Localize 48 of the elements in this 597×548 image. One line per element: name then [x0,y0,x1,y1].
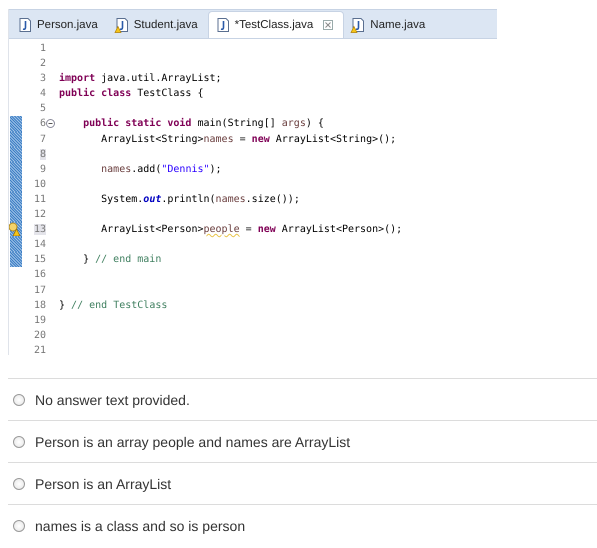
java-file-warning-icon [350,17,366,33]
line-number: 6 [40,118,46,130]
editor-tab[interactable]: Person.java [11,12,108,38]
line-number: 4 [40,88,46,100]
line-number: 19 [34,314,46,326]
code-line: ArrayList<Person>people = new ArrayList<Person>(); [100,223,402,238]
line-number: 14 [34,239,46,250]
line-number: 1 [40,43,46,54]
code-line: public static void main(String[] args) { [82,116,324,132]
radio-button[interactable] [13,478,25,490]
code-line: import java.util.ArrayList; [59,72,222,86]
line-number: 16 [34,269,46,280]
code-line: } // end TestClass [59,298,168,313]
answer-text: Person is an ArrayList [35,476,172,492]
line-number: 2 [40,58,46,70]
line-number: 9 [40,164,46,175]
code-line: names.add("Dennis"); [100,162,222,177]
answer-text: No answer text provided. [35,392,190,408]
editor-tab[interactable]: Name.java [344,12,436,38]
answer-text: Person is an array people and names are ArrayList [35,434,350,450]
line-number: 5 [40,103,46,114]
line-number: 21 [34,344,46,355]
code-line: public class TestClass { [59,86,204,102]
line-number: 7 [40,134,46,145]
answer-text: names is a class and so is person [35,518,246,534]
collapse-icon[interactable] [46,119,55,128]
code-line: ArrayList<String>names = new ArrayList<String>(); [100,132,396,147]
code-line: System.out.println(names.size()); [100,192,300,207]
line-number: 20 [34,330,46,341]
line-number: 3 [40,73,46,84]
code-line: } // end main [82,253,162,268]
line-number: 15 [34,254,46,266]
radio-button[interactable] [13,436,25,448]
radio-button[interactable] [13,520,25,532]
java-file-icon [214,17,231,33]
java-file-warning-icon [114,17,130,33]
radio-button[interactable] [13,394,25,406]
java-file-icon [17,17,33,33]
line-number: 13 [34,224,46,236]
line-number: 8 [40,148,46,160]
line-number: 12 [34,209,46,220]
line-number: 11 [34,194,46,205]
line-number: 17 [34,284,46,296]
editor-tab[interactable]: *TestClass.java [208,11,344,38]
line-number: 10 [34,178,46,190]
editor-tab[interactable]: Student.java [108,12,208,38]
close-icon[interactable] [323,20,334,30]
line-number: 18 [34,300,46,311]
